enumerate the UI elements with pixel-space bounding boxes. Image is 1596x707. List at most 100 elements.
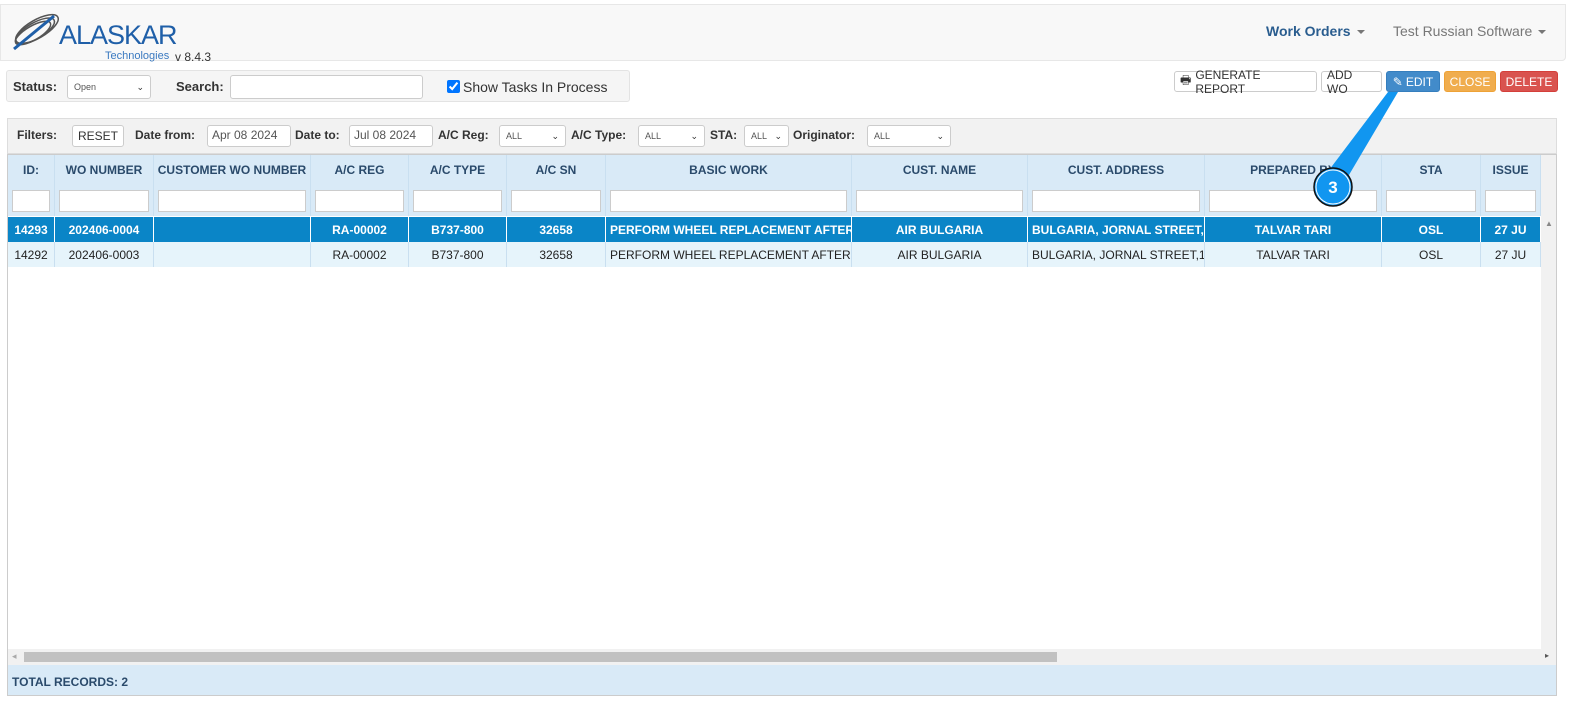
user-menu[interactable]: Test Russian Software	[1393, 23, 1547, 39]
printer-icon: 🖶	[1180, 73, 1192, 87]
scroll-up-icon[interactable]: ▲	[1545, 219, 1553, 228]
reset-button[interactable]: RESET	[72, 125, 124, 147]
chevron-down-icon: ⌄	[936, 130, 944, 141]
ac-type-label: A/C Type:	[571, 128, 627, 142]
ac-type-select[interactable]: ALL ⌄	[638, 125, 705, 147]
originator-value: ALL	[874, 131, 891, 141]
date-to-label: Date to:	[295, 128, 340, 142]
column-header-cust-name[interactable]: CUST. NAME	[852, 155, 1028, 185]
cell-issue: 27 JU	[1481, 242, 1541, 267]
column-header-ac-type[interactable]: A/C TYPE	[409, 155, 507, 185]
cell-issue: 27 JU	[1481, 217, 1541, 242]
column-header-prepared-by[interactable]: PREPARED BY	[1205, 155, 1382, 185]
work-orders-label: Work Orders	[1266, 23, 1351, 39]
add-wo-button[interactable]: ADD WO	[1321, 68, 1382, 96]
scrollbar-thumb[interactable]	[24, 652, 1057, 662]
column-filter-prepared-by[interactable]	[1209, 189, 1377, 212]
chevron-down-icon: ⌄	[136, 81, 144, 92]
column-filter-cust-address[interactable]	[1032, 189, 1200, 212]
cell-cust-address: BULGARIA, JORNAL STREET,12	[1028, 242, 1205, 267]
scroll-left-icon[interactable]: ◂	[12, 651, 17, 662]
cell-ac-type: B737-800	[409, 242, 507, 267]
column-header-wo-number[interactable]: WO NUMBER	[55, 155, 154, 185]
chevron-down-icon: ⌄	[690, 130, 698, 141]
column-filter-issue[interactable]	[1485, 189, 1536, 212]
caret-down-icon	[1538, 30, 1547, 35]
column-header-ac-sn[interactable]: A/C SN	[507, 155, 606, 185]
vertical-scrollbar[interactable]: ▲ ▸	[1541, 155, 1556, 665]
show-tasks-checkbox[interactable]	[447, 80, 460, 93]
status-label: Status:	[13, 79, 58, 94]
generate-report-button[interactable]: 🖶 GENERATE REPORT	[1174, 68, 1317, 96]
generate-report-label: GENERATE REPORT	[1195, 67, 1261, 96]
filter-row	[8, 185, 1541, 216]
cell-id: 14292	[8, 242, 55, 267]
edit-button[interactable]: ✎ EDIT	[1386, 71, 1440, 92]
cell-id: 14293	[8, 217, 55, 242]
scroll-right-icon[interactable]: ▸	[1545, 651, 1549, 660]
cell-customer-wo-number	[154, 242, 311, 267]
sta-select[interactable]: ALL ⌄	[744, 125, 789, 147]
cell-ac-type: B737-800	[409, 217, 507, 242]
date-from-label: Date from:	[135, 128, 196, 142]
date-to-input[interactable]: Jul 08 2024	[349, 125, 433, 147]
column-header-basic-work[interactable]: BASIC WORK	[606, 155, 852, 185]
cell-ac-reg: RA-00002	[311, 217, 409, 242]
filter-cell	[852, 185, 1028, 216]
filter-cell	[507, 185, 606, 216]
column-filter-ac-type[interactable]	[413, 189, 502, 212]
column-header-sta[interactable]: STA	[1382, 155, 1481, 185]
cell-ac-sn: 32658	[507, 217, 606, 242]
ac-reg-label: A/C Reg:	[438, 128, 489, 142]
status-value: Open	[74, 82, 97, 92]
search-label: Search:	[176, 79, 224, 94]
cell-sta: OSL	[1382, 242, 1481, 267]
column-filter-customer-wo-number[interactable]	[158, 189, 306, 212]
filter-cell	[1205, 185, 1382, 216]
alaskar-logo[interactable]: ALASKAR Technologies v 8.4.3	[9, 11, 239, 64]
filter-cell	[409, 185, 507, 216]
delete-button[interactable]: DELETE	[1500, 71, 1558, 92]
originator-select[interactable]: ALL ⌄	[867, 125, 951, 147]
cell-customer-wo-number	[154, 217, 311, 242]
filter-cell	[8, 185, 55, 216]
column-filter-id[interactable]	[12, 189, 50, 212]
add-wo-label: ADD WO	[1327, 67, 1353, 96]
filter-cell	[1028, 185, 1205, 216]
status-select[interactable]: Open ⌄	[67, 75, 151, 99]
date-from-input[interactable]: Apr 08 2024	[207, 125, 291, 147]
work-orders-menu[interactable]: Work Orders	[1266, 23, 1365, 39]
total-records: TOTAL RECORDS: 2	[8, 665, 1556, 695]
column-header-customer-wo-number[interactable]: CUSTOMER WO NUMBER	[154, 155, 311, 185]
chevron-down-icon: ⌄	[551, 130, 559, 141]
cell-cust-name: AIR BULGARIA	[852, 217, 1028, 242]
ac-type-value: ALL	[645, 131, 662, 141]
filter-cell	[606, 185, 852, 216]
column-header-cust-address[interactable]: CUST. ADDRESS	[1028, 155, 1205, 185]
ac-reg-select[interactable]: ALL ⌄	[499, 125, 566, 147]
filter-cell	[154, 185, 311, 216]
column-filter-ac-reg[interactable]	[315, 189, 404, 212]
close-label: CLOSE	[1449, 74, 1491, 89]
table-row[interactable]: 14292 202406-0003 RA-00002 B737-800 32658 PER…	[8, 242, 1541, 267]
column-header-id[interactable]: ID:	[8, 155, 55, 185]
column-filter-ac-sn[interactable]	[511, 189, 601, 212]
cell-prepared-by: TALVAR TARI	[1205, 217, 1382, 242]
column-filter-basic-work[interactable]	[610, 189, 847, 212]
filter-cell	[1382, 185, 1481, 216]
logo-text: ALASKAR	[59, 20, 178, 50]
cell-prepared-by: TALVAR TARI	[1205, 242, 1382, 267]
column-header-issue[interactable]: ISSUE	[1481, 155, 1541, 185]
logo-sub: Technologies	[105, 50, 170, 62]
horizontal-scrollbar[interactable]: ◂	[8, 649, 1541, 665]
toolbar: Status: Open ⌄ Search: Show Tasks In Proc…	[6, 70, 630, 102]
column-filter-sta[interactable]	[1386, 189, 1476, 212]
column-header-ac-reg[interactable]: A/C REG	[311, 155, 409, 185]
close-button[interactable]: CLOSE	[1444, 71, 1496, 92]
sta-value: ALL	[751, 131, 768, 141]
column-filter-wo-number[interactable]	[59, 189, 149, 212]
caret-down-icon	[1356, 30, 1365, 35]
column-filter-cust-name[interactable]	[856, 189, 1023, 212]
table-row[interactable]: 14293 202406-0004 RA-00002 B737-800 32658 PER…	[8, 217, 1541, 242]
search-input[interactable]	[230, 75, 423, 99]
